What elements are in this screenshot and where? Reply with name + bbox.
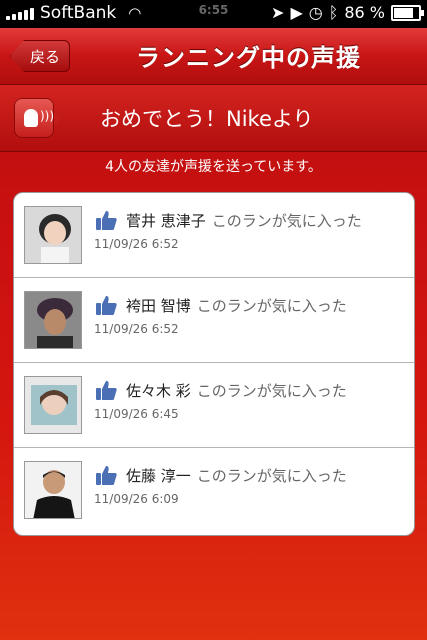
cheer-row[interactable]: 袴田 智博 このランが気に入った 11/09/26 6:52	[14, 278, 414, 363]
status-right: ➤ ▶ ◷ ᛒ 86 %	[271, 3, 424, 22]
bluetooth-icon: ᛒ	[328, 3, 339, 22]
cheer-banner: ))) おめでとう！Nikeより	[0, 85, 427, 152]
cheer-message: このランが気に入った	[196, 382, 347, 400]
cheer-time: 11/09/26 6:09	[94, 492, 179, 506]
cheer-row[interactable]: 佐々木 彩このランが気に入った 11/09/26 6:45	[14, 363, 414, 448]
cheer-sound-icon: )))	[14, 98, 61, 138]
avatar	[24, 206, 82, 264]
cheer-time: 11/09/26 6:52	[94, 322, 179, 336]
cheer-message: このランが気に入った	[196, 467, 347, 485]
cheer-row[interactable]: 菅井 恵津子 このランが気に入った 11/09/26 6:52	[14, 193, 414, 278]
cheer-message: このランが気に入った	[211, 212, 362, 230]
friend-name: 佐々木 彩	[126, 382, 191, 400]
alarm-icon: ◷	[308, 3, 323, 22]
cheer-line: 佐藤 淳一 このランが気に入った	[126, 465, 347, 486]
status-bar: SoftBank ◠ 6:55 ➤ ▶ ◷ ᛒ 86 %	[0, 0, 427, 28]
friend-name: 菅井 恵津子	[126, 212, 206, 230]
page-title: ランニング中の声援	[136, 44, 361, 72]
cheer-time: 11/09/26 6:45	[94, 407, 179, 421]
friend-name: 佐藤 淳一	[126, 467, 191, 485]
nav-bar: 戻る ランニング中の声援	[0, 28, 427, 85]
avatar	[24, 376, 82, 434]
cheer-line: 佐々木 彩このランが気に入った	[126, 380, 347, 401]
avatar	[24, 461, 82, 519]
like-icon	[96, 296, 117, 315]
cheer-line: 菅井 恵津子 このランが気に入った	[126, 210, 362, 231]
cheer-line: 袴田 智博 このランが気に入った	[126, 295, 347, 316]
cheer-count-text: 4人の友達が声援を送っています。	[105, 159, 322, 175]
back-button[interactable]: 戻る	[10, 40, 70, 72]
cheer-row[interactable]: 佐藤 淳一 このランが気に入った 11/09/26 6:09	[14, 448, 414, 533]
battery-icon	[391, 4, 424, 21]
like-icon	[96, 381, 117, 400]
avatar	[24, 291, 82, 349]
friend-name: 袴田 智博	[126, 297, 191, 315]
like-icon	[96, 211, 117, 230]
banner-text: おめでとう！Nikeより	[100, 107, 314, 131]
battery-percent: 86 %	[344, 3, 385, 22]
play-icon: ▶	[290, 3, 303, 22]
cheer-list: 菅井 恵津子 このランが気に入った 11/09/26 6:52 袴田 智博 このラン…	[13, 192, 415, 536]
like-icon	[96, 466, 117, 485]
cheer-message: このランが気に入った	[196, 297, 347, 315]
cheer-time: 11/09/26 6:52	[94, 237, 179, 251]
location-icon: ➤	[271, 3, 285, 22]
